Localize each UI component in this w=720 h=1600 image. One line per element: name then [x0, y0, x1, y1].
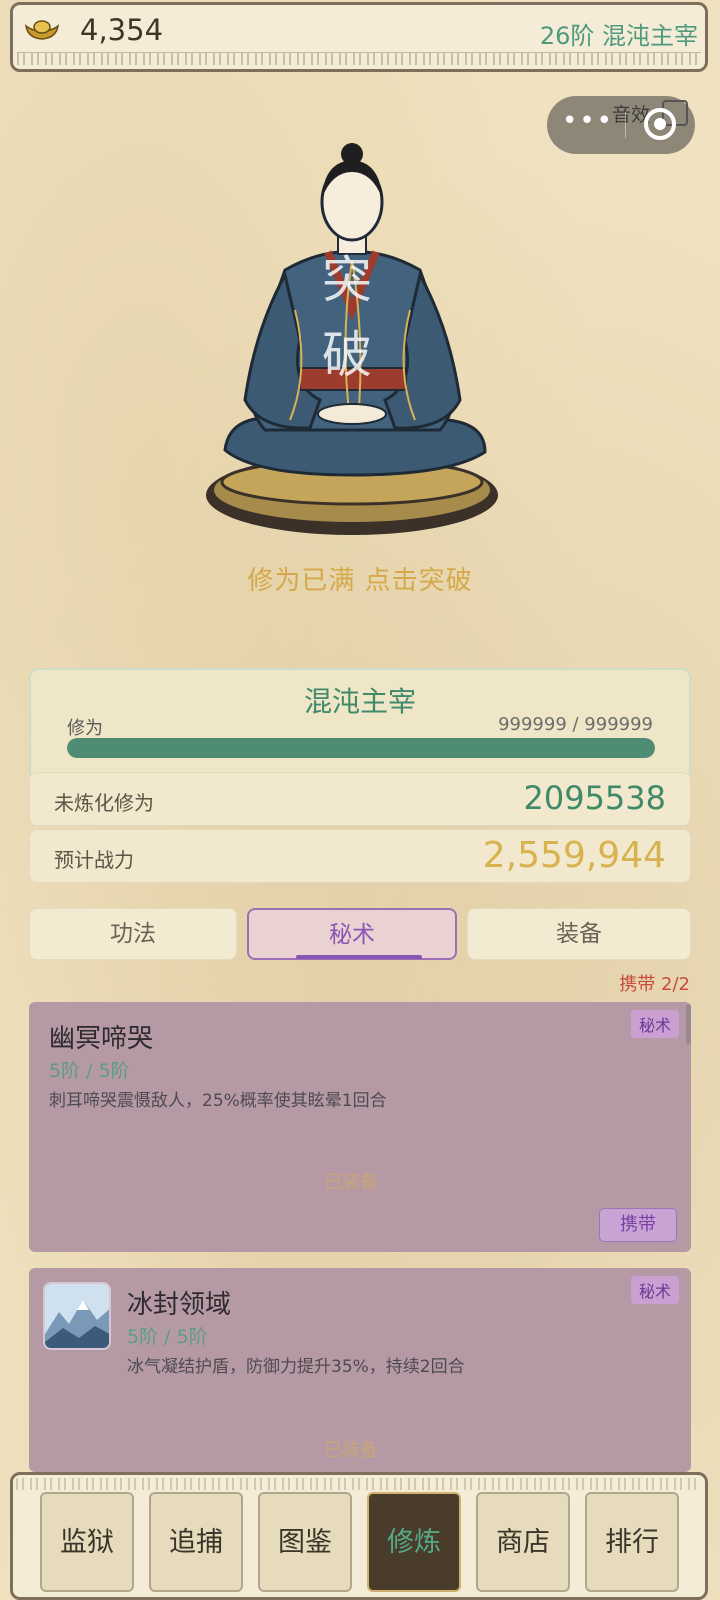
- nav-ranking[interactable]: 排行: [585, 1492, 679, 1592]
- xiuwei-progress-fill: [67, 738, 655, 758]
- skill-card[interactable]: 幽冥啼哭 5阶 / 5阶 刺耳啼哭震慑敌人，25%概率使其眩晕1回合 秘术 已装…: [29, 1002, 691, 1252]
- skill-level: 5阶 / 5阶: [127, 1326, 208, 1348]
- equipped-label: 已装备: [324, 1172, 378, 1193]
- unrefined-value: 2095538: [523, 779, 666, 817]
- carry-count: 携带 2/2: [619, 974, 690, 995]
- xiuwei-value: 999999 / 999999: [498, 714, 653, 735]
- tab-active-indicator: [296, 955, 422, 959]
- capsule-divider: [625, 112, 626, 138]
- tab-gongfa[interactable]: 功法: [29, 908, 237, 960]
- power-label: 预计战力: [54, 848, 134, 872]
- gold-amount: 4,354: [80, 13, 164, 47]
- close-miniprogram-icon[interactable]: [644, 108, 676, 140]
- more-menu-icon[interactable]: •••: [562, 106, 614, 136]
- skill-desc: 冰气凝结护盾，防御力提升35%，持续2回合: [127, 1357, 465, 1377]
- unrefined-label: 未炼化修为: [54, 791, 154, 815]
- nav-cultivate[interactable]: 修炼: [367, 1492, 461, 1592]
- tab-zhuangbei[interactable]: 装备: [467, 908, 691, 960]
- skill-tag: 秘术: [630, 1276, 679, 1304]
- breakthrough-hint[interactable]: 修为已满 点击突破: [0, 560, 720, 597]
- equipped-label: 已装备: [324, 1440, 378, 1461]
- nav-prison[interactable]: 监狱: [40, 1492, 134, 1592]
- gold-ingot-icon: [24, 20, 60, 40]
- nav-catalog[interactable]: 图鉴: [258, 1492, 352, 1592]
- power-row: 预计战力 2,559,944: [29, 829, 691, 883]
- tab-mishu[interactable]: 秘术: [247, 908, 457, 960]
- unrefined-row: 未炼化修为 2095538: [29, 772, 691, 826]
- power-value: 2,559,944: [482, 835, 666, 876]
- skill-card[interactable]: 冰封领域 5阶 / 5阶 冰气凝结护盾，防御力提升35%，持续2回合 秘术 已装…: [29, 1268, 691, 1472]
- xiuwei-progress-bar: [67, 738, 655, 758]
- nav-fret-border: [16, 1478, 702, 1490]
- carry-button[interactable]: 携带: [599, 1208, 677, 1242]
- nav-pursuit[interactable]: 追捕: [149, 1492, 243, 1592]
- nav-shop[interactable]: 商店: [476, 1492, 570, 1592]
- skill-name: 幽冥啼哭: [49, 1024, 154, 1054]
- rank-label: 26阶 混沌主宰: [539, 22, 698, 50]
- xiuwei-label: 修为: [67, 718, 103, 739]
- fret-border: [17, 52, 701, 65]
- breakthrough-char-1: 突: [322, 251, 372, 309]
- ice-landscape-icon: [45, 1284, 109, 1348]
- scrollbar[interactable]: [686, 1004, 691, 1044]
- skill-desc: 刺耳啼哭震慑敌人，25%概率使其眩晕1回合: [49, 1091, 387, 1111]
- skill-level: 5阶 / 5阶: [49, 1060, 130, 1082]
- realm-panel: 混沌主宰 修为 999999 / 999999: [29, 668, 691, 780]
- skill-name: 冰封领域: [127, 1290, 232, 1320]
- skill-thumbnail: [43, 1282, 111, 1350]
- breakthrough-char-2: 破: [322, 326, 372, 384]
- skill-tag: 秘术: [630, 1010, 679, 1038]
